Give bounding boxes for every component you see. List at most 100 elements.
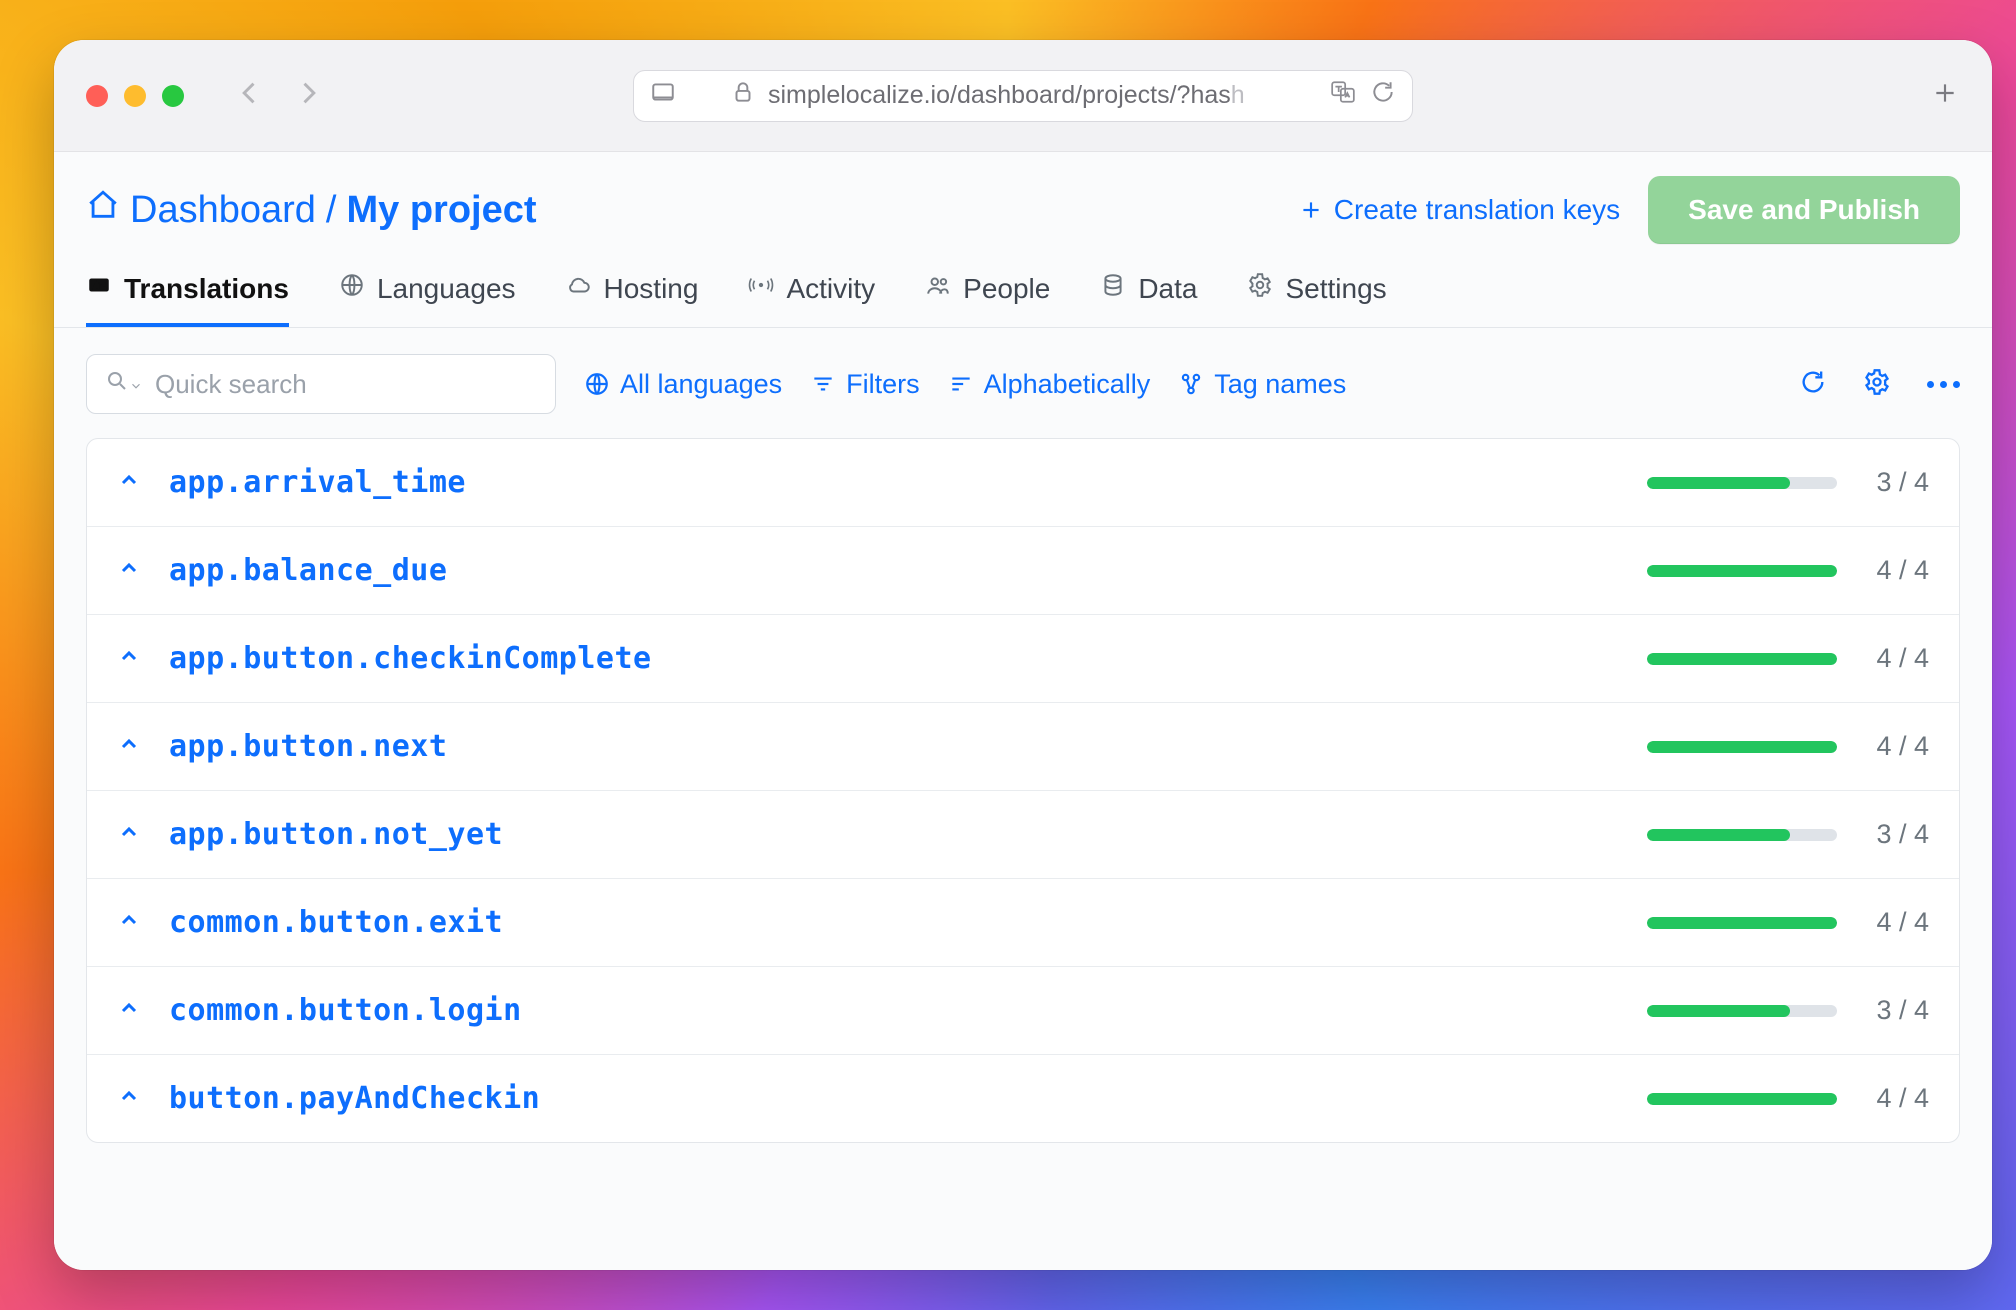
zoom-window-button[interactable] <box>162 85 184 107</box>
translate-icon[interactable] <box>1330 79 1356 112</box>
progress-count: 3 / 4 <box>1859 467 1929 498</box>
progress-bar <box>1647 917 1837 929</box>
translation-key-name: app.arrival_time <box>169 465 466 500</box>
browser-titlebar: simplelocalize.io/dashboard/projects/?ha… <box>54 40 1992 152</box>
save-and-publish-button[interactable]: Save and Publish <box>1648 176 1960 244</box>
chevron-up-icon[interactable] <box>117 468 141 497</box>
minimize-window-button[interactable] <box>124 85 146 107</box>
url-truncated: h <box>1231 81 1330 110</box>
translation-key-row[interactable]: button.payAndCheckin 4 / 4 <box>87 1055 1959 1142</box>
filters-label: Filters <box>846 369 920 400</box>
chevron-up-icon[interactable] <box>117 732 141 761</box>
progress-bar <box>1647 1005 1837 1017</box>
tags-button[interactable]: Tag names <box>1178 369 1346 400</box>
translation-key-progress: 4 / 4 <box>1647 731 1929 762</box>
browser-window: simplelocalize.io/dashboard/projects/?ha… <box>54 40 1992 1270</box>
tab-hosting[interactable]: Hosting <box>566 252 699 327</box>
progress-bar <box>1647 1093 1837 1105</box>
tab-data[interactable]: Data <box>1100 252 1197 327</box>
progress-bar <box>1647 565 1837 577</box>
progress-bar-fill <box>1647 1005 1790 1017</box>
translation-key-row[interactable]: common.button.exit 4 / 4 <box>87 879 1959 967</box>
close-window-button[interactable] <box>86 85 108 107</box>
progress-bar-fill <box>1647 477 1790 489</box>
back-button[interactable] <box>236 79 264 112</box>
progress-bar-fill <box>1647 565 1837 577</box>
search-input[interactable] <box>155 369 537 400</box>
translation-key-name: app.balance_due <box>169 553 447 588</box>
address-bar[interactable]: simplelocalize.io/dashboard/projects/?ha… <box>633 70 1413 122</box>
progress-count: 4 / 4 <box>1859 1083 1929 1114</box>
filters-button[interactable]: Filters <box>810 369 920 400</box>
search-input-wrapper[interactable] <box>86 354 556 414</box>
globe-icon <box>339 272 365 305</box>
chevron-up-icon[interactable] <box>117 644 141 673</box>
chevron-up-icon[interactable] <box>117 1084 141 1113</box>
progress-count: 4 / 4 <box>1859 731 1929 762</box>
translation-key-row[interactable]: app.arrival_time 3 / 4 <box>87 439 1959 527</box>
search-icon <box>105 369 129 400</box>
header-actions: Create translation keys Save and Publish <box>1298 176 1960 244</box>
people-icon <box>925 272 951 305</box>
search-scope-chevron-icon[interactable] <box>129 369 143 400</box>
app-content: Dashboard / My project Create translatio… <box>54 152 1992 1270</box>
tab-settings[interactable]: Settings <box>1247 252 1386 327</box>
more-menu-button[interactable] <box>1927 381 1960 388</box>
progress-bar <box>1647 829 1837 841</box>
toolbar-right <box>1799 368 1960 401</box>
progress-bar <box>1647 741 1837 753</box>
tab-label: Settings <box>1285 273 1386 305</box>
chevron-up-icon[interactable] <box>117 996 141 1025</box>
translation-key-name: app.button.next <box>169 729 447 764</box>
chevron-up-icon[interactable] <box>117 908 141 937</box>
sort-button[interactable]: Alphabetically <box>948 369 1151 400</box>
translation-key-row[interactable]: common.button.login 3 / 4 <box>87 967 1959 1055</box>
translation-key-name: app.button.checkinComplete <box>169 641 652 676</box>
database-icon <box>1100 272 1126 305</box>
chevron-up-icon[interactable] <box>117 556 141 585</box>
breadcrumb-current: My project <box>346 189 536 232</box>
progress-bar-fill <box>1647 653 1837 665</box>
tab-label: Languages <box>377 273 516 305</box>
tab-translations[interactable]: AZTranslations <box>86 252 289 327</box>
translate-icon: AZ <box>86 272 112 305</box>
reload-icon[interactable] <box>1370 79 1396 112</box>
tab-label: People <box>963 273 1050 305</box>
tab-activity[interactable]: Activity <box>748 252 875 327</box>
languages-filter[interactable]: All languages <box>584 369 782 400</box>
translation-key-name: button.payAndCheckin <box>169 1081 540 1116</box>
translation-key-name: common.button.exit <box>169 905 503 940</box>
url-text: simplelocalize.io/dashboard/projects/?ha… <box>768 81 1231 110</box>
sidebar-icon[interactable] <box>650 79 676 112</box>
translation-key-row[interactable]: app.button.checkinComplete 4 / 4 <box>87 615 1959 703</box>
breadcrumb: Dashboard / My project <box>86 188 537 232</box>
refresh-button[interactable] <box>1799 368 1827 401</box>
tab-label: Data <box>1138 273 1197 305</box>
progress-bar <box>1647 477 1837 489</box>
nav-arrows <box>236 79 322 112</box>
translation-key-row[interactable]: app.balance_due 4 / 4 <box>87 527 1959 615</box>
forward-button[interactable] <box>294 79 322 112</box>
toolbar: All languages Filters Alphabetically Tag… <box>54 328 1992 438</box>
breadcrumb-root[interactable]: Dashboard <box>130 189 316 232</box>
tab-bar: AZTranslations Languages Hosting Activity Pe… <box>54 252 1992 328</box>
tab-languages[interactable]: Languages <box>339 252 516 327</box>
translation-key-row[interactable]: app.button.not_yet 3 / 4 <box>87 791 1959 879</box>
tags-label: Tag names <box>1214 369 1346 400</box>
translation-key-progress: 3 / 4 <box>1647 467 1929 498</box>
translation-key-row[interactable]: app.button.next 4 / 4 <box>87 703 1959 791</box>
translation-key-progress: 4 / 4 <box>1647 643 1929 674</box>
progress-count: 3 / 4 <box>1859 995 1929 1026</box>
create-link-label: Create translation keys <box>1334 194 1620 226</box>
chevron-up-icon[interactable] <box>117 820 141 849</box>
translation-key-progress: 4 / 4 <box>1647 1083 1929 1114</box>
new-tab-button[interactable] <box>1932 80 1958 111</box>
svg-text:Z: Z <box>100 280 106 290</box>
home-icon[interactable] <box>86 188 120 232</box>
progress-count: 4 / 4 <box>1859 643 1929 674</box>
translation-key-progress: 4 / 4 <box>1647 907 1929 938</box>
settings-gear-button[interactable] <box>1863 368 1891 401</box>
tab-people[interactable]: People <box>925 252 1050 327</box>
translation-key-progress: 4 / 4 <box>1647 555 1929 586</box>
create-translation-keys-link[interactable]: Create translation keys <box>1298 194 1620 226</box>
